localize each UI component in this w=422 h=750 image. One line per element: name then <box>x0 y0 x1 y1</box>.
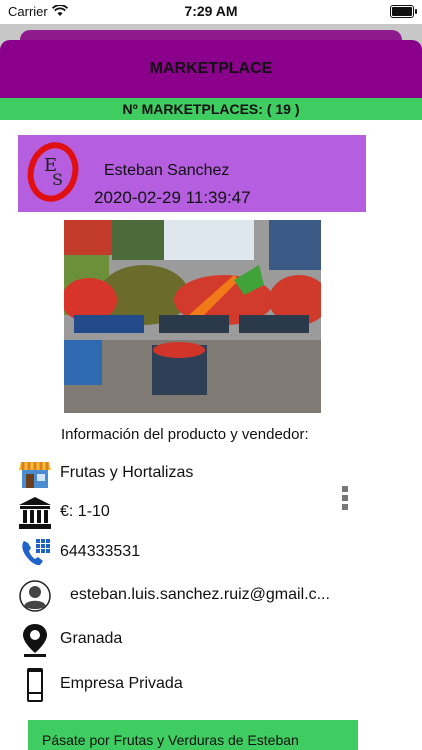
battery-icon <box>390 5 417 18</box>
city-row: Granada <box>18 622 378 658</box>
category-row: Frutas y Hortalizas <box>18 456 378 492</box>
email-row[interactable]: esteban.luis.sanchez.ruiz@gmail.c... <box>18 578 378 614</box>
marketplace-detail-sheet: E S Esteban Sanchez 2020-02-29 11:39:47 <box>0 120 422 750</box>
seller-name: Esteban Sanchez <box>104 162 230 179</box>
page-title: MARKETPLACE <box>149 60 273 77</box>
seller-date: 2020-02-29 11:39:47 <box>94 188 251 207</box>
category-label: Frutas y Hortalizas <box>60 464 194 481</box>
phone-label: 644333531 <box>60 543 141 560</box>
user-avatar-icon <box>19 580 51 612</box>
promo-text: Pásate por Frutas y Verduras de Esteban <box>42 732 299 748</box>
product-photo[interactable] <box>64 220 321 413</box>
counter-label: Nº MARKETPLACES: ( 19 ) <box>122 101 300 117</box>
city-label: Granada <box>60 630 123 647</box>
phone-row[interactable]: 644333531 <box>18 535 378 571</box>
clock: 7:29 AM <box>184 3 238 19</box>
store-icon <box>19 462 51 488</box>
phone-icon <box>22 539 50 566</box>
company-type-label: Empresa Privada <box>60 675 183 692</box>
svg-text:S: S <box>52 170 63 189</box>
location-pin-icon <box>23 624 47 657</box>
mobile-phone-icon <box>27 668 43 702</box>
status-bar: Carrier 7:29 AM <box>0 0 422 24</box>
seller-card[interactable]: E S Esteban Sanchez 2020-02-29 11:39:47 <box>18 135 366 212</box>
bank-icon <box>19 497 51 529</box>
promo-banner[interactable]: Pásate por Frutas y Verduras de Esteban <box>28 720 358 750</box>
app-header: MARKETPLACE <box>0 40 422 98</box>
email-label: esteban.luis.sanchez.ruiz@gmail.c... <box>70 586 330 603</box>
market-stall-image <box>64 220 321 413</box>
price-label: €: 1-10 <box>60 503 110 520</box>
marketplace-counter: Nº MARKETPLACES: ( 19 ) <box>0 98 422 120</box>
info-heading: Información del producto y vendedor: <box>61 426 309 443</box>
seller-logo: E S <box>27 142 79 202</box>
price-row: €: 1-10 <box>18 495 378 531</box>
company-row: Empresa Privada <box>18 667 378 703</box>
